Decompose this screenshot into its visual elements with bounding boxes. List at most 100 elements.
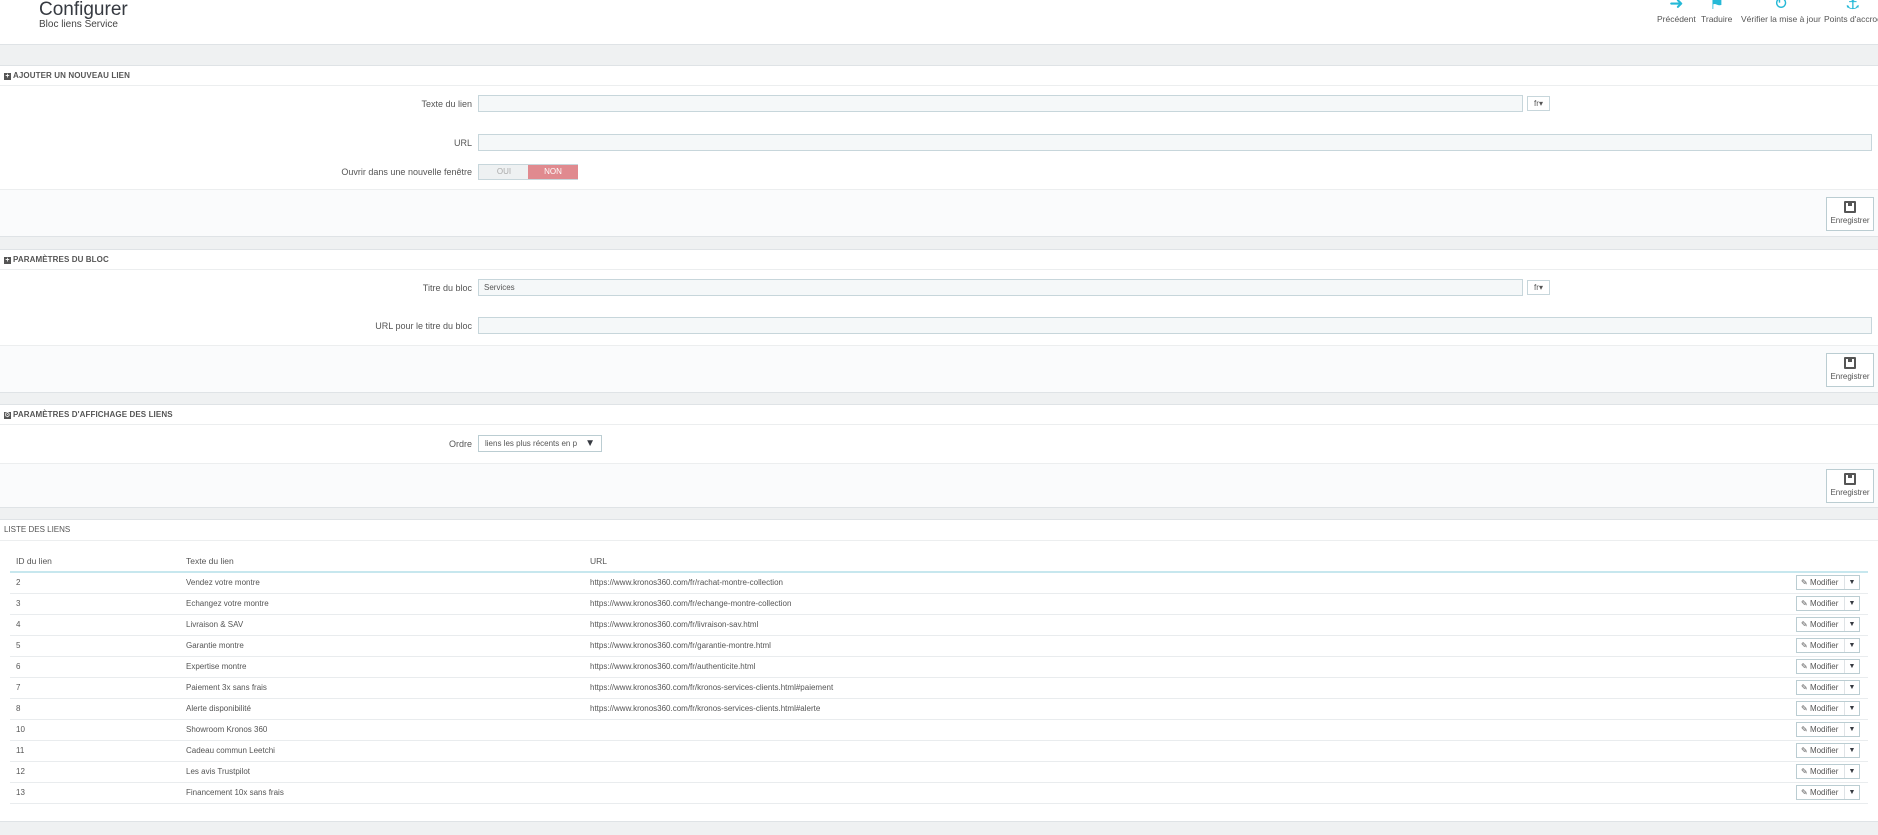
cell-text: Cadeau commun Leetchi bbox=[186, 746, 275, 755]
check-update-button-label: Vérifier la mise à jour bbox=[1741, 14, 1821, 24]
display-params-footer: Enregistrer bbox=[0, 463, 1878, 507]
edit-dropdown-toggle[interactable]: ▼ bbox=[1844, 639, 1859, 652]
table-row: 4 Livraison & SAV https://www.kronos360.… bbox=[10, 615, 1868, 636]
edit-dropdown-toggle[interactable]: ▼ bbox=[1844, 597, 1859, 610]
edit-dropdown-toggle[interactable]: ▼ bbox=[1844, 702, 1859, 715]
new-window-switch[interactable]: OUI NON bbox=[478, 164, 578, 180]
table-row: 13 Financement 10x sans frais ✎ Modifier… bbox=[10, 783, 1868, 804]
url-input[interactable] bbox=[478, 134, 1872, 151]
block-title-url-input[interactable] bbox=[478, 317, 1872, 334]
table-row: 6 Expertise montre https://www.kronos360… bbox=[10, 657, 1868, 678]
hooks-button-label: Points d'accroc bbox=[1824, 14, 1878, 24]
table-row: 3 Echangez votre montre https://www.kron… bbox=[10, 594, 1868, 615]
edit-button[interactable]: ✎ Modifier ▼ bbox=[1796, 638, 1860, 653]
edit-button[interactable]: ✎ Modifier ▼ bbox=[1796, 785, 1860, 800]
edit-button[interactable]: ✎ Modifier ▼ bbox=[1796, 764, 1860, 779]
edit-button[interactable]: ✎ Modifier ▼ bbox=[1796, 596, 1860, 611]
pencil-icon: ✎ bbox=[1801, 704, 1808, 713]
cell-id: 2 bbox=[16, 578, 21, 587]
back-button-label: Précédent bbox=[1657, 14, 1696, 24]
floppy-disk-icon bbox=[1844, 201, 1856, 213]
cell-url: https://www.kronos360.com/fr/echange-mon… bbox=[590, 599, 792, 608]
cell-text: Financement 10x sans frais bbox=[186, 788, 284, 797]
display-params-panel: ⚙ PARAMÈTRES D'AFFICHAGE DES LIENS Ordre … bbox=[0, 404, 1878, 508]
cell-url: https://www.kronos360.com/fr/livraison-s… bbox=[590, 620, 759, 629]
floppy-disk-icon bbox=[1844, 357, 1856, 369]
block-title-label: Titre du bloc bbox=[422, 283, 472, 293]
hooks-button[interactable]: ⚓ Points d'accroc bbox=[1824, 0, 1878, 24]
cell-id: 6 bbox=[16, 662, 21, 671]
switch-no[interactable]: NON bbox=[528, 165, 578, 179]
edit-button[interactable]: ✎ Modifier ▼ bbox=[1796, 680, 1860, 695]
order-select[interactable]: liens les plus récents en p ▼ bbox=[478, 435, 602, 452]
pencil-icon: ✎ bbox=[1801, 767, 1808, 776]
edit-dropdown-toggle[interactable]: ▼ bbox=[1844, 576, 1859, 589]
edit-button[interactable]: ✎ Modifier ▼ bbox=[1796, 617, 1860, 632]
cell-text: Alerte disponibilité bbox=[186, 704, 251, 713]
table-row: 10 Showroom Kronos 360 ✎ Modifier ▼ bbox=[10, 720, 1868, 741]
cell-text: Vendez votre montre bbox=[186, 578, 260, 587]
page-subtitle: Bloc liens Service bbox=[39, 19, 118, 30]
plus-square-icon: + bbox=[4, 73, 11, 80]
pencil-icon: ✎ bbox=[1801, 788, 1808, 797]
order-label: Ordre bbox=[448, 439, 472, 449]
switch-yes[interactable]: OUI bbox=[479, 165, 529, 179]
flag-icon: ⚑ bbox=[1709, 0, 1725, 13]
pencil-icon: ✎ bbox=[1801, 725, 1808, 734]
edit-button[interactable]: ✎ Modifier ▼ bbox=[1796, 722, 1860, 737]
translate-button-label: Traduire bbox=[1701, 14, 1733, 24]
link-text-input[interactable] bbox=[478, 95, 1523, 112]
translate-button[interactable]: ⚑ Traduire bbox=[1701, 0, 1732, 24]
back-button[interactable]: ➜ Précédent bbox=[1657, 0, 1696, 24]
cell-text: Showroom Kronos 360 bbox=[186, 725, 268, 734]
cell-id: 8 bbox=[16, 704, 21, 713]
cell-text: Livraison & SAV bbox=[186, 620, 244, 629]
block-title-url-label: URL pour le titre du bloc bbox=[375, 321, 472, 331]
block-title-input[interactable] bbox=[478, 279, 1523, 296]
add-link-footer: Enregistrer bbox=[0, 189, 1878, 236]
edit-dropdown-toggle[interactable]: ▼ bbox=[1844, 618, 1859, 631]
block-title-lang-dropdown[interactable]: fr▾ bbox=[1527, 280, 1550, 295]
edit-button[interactable]: ✎ Modifier ▼ bbox=[1796, 743, 1860, 758]
table-row: 5 Garantie montre https://www.kronos360.… bbox=[10, 636, 1868, 657]
table-row: 12 Les avis Trustpilot ✎ Modifier ▼ bbox=[10, 762, 1868, 783]
save-display-params-button[interactable]: Enregistrer bbox=[1826, 469, 1874, 503]
pencil-icon: ✎ bbox=[1801, 578, 1808, 587]
check-update-button[interactable]: ↻ Vérifier la mise à jour bbox=[1741, 0, 1821, 24]
cell-text: Les avis Trustpilot bbox=[186, 767, 251, 776]
edit-dropdown-toggle[interactable]: ▼ bbox=[1844, 681, 1859, 694]
cell-url: https://www.kronos360.com/fr/kronos-serv… bbox=[590, 683, 834, 692]
link-text-lang-dropdown[interactable]: fr▾ bbox=[1527, 96, 1550, 111]
edit-button[interactable]: ✎ Modifier ▼ bbox=[1796, 701, 1860, 716]
page-header: Configurer Bloc liens Service ➜ Précéden… bbox=[0, 0, 1878, 45]
arrow-left-circle-icon: ➜ bbox=[1669, 0, 1684, 13]
new-window-label: Ouvrir dans une nouvelle fenêtre bbox=[341, 167, 472, 177]
table-row: 8 Alerte disponibilité https://www.krono… bbox=[10, 699, 1868, 720]
cell-text: Paiement 3x sans frais bbox=[186, 683, 267, 692]
cell-id: 5 bbox=[16, 641, 21, 650]
cell-id: 10 bbox=[16, 725, 25, 734]
pencil-icon: ✎ bbox=[1801, 746, 1808, 755]
column-header-text: Texte du lien bbox=[186, 556, 234, 566]
cell-id: 7 bbox=[16, 683, 21, 692]
edit-dropdown-toggle[interactable]: ▼ bbox=[1844, 744, 1859, 757]
save-link-button[interactable]: Enregistrer bbox=[1826, 197, 1874, 231]
edit-dropdown-toggle[interactable]: ▼ bbox=[1844, 765, 1859, 778]
edit-button[interactable]: ✎ Modifier ▼ bbox=[1796, 575, 1860, 590]
pencil-icon: ✎ bbox=[1801, 599, 1808, 608]
url-label: URL bbox=[453, 138, 472, 148]
add-link-heading: + AJOUTER UN NOUVEAU LIEN bbox=[0, 66, 1878, 86]
edit-dropdown-toggle[interactable]: ▼ bbox=[1844, 786, 1859, 799]
cell-id: 13 bbox=[16, 788, 25, 797]
cell-id: 4 bbox=[16, 620, 21, 629]
save-block-params-button[interactable]: Enregistrer bbox=[1826, 353, 1874, 387]
edit-dropdown-toggle[interactable]: ▼ bbox=[1844, 660, 1859, 673]
pencil-icon: ✎ bbox=[1801, 641, 1808, 650]
plus-square-icon: + bbox=[4, 257, 11, 264]
links-table-body: 2 Vendez votre montre https://www.kronos… bbox=[10, 573, 1868, 804]
edit-dropdown-toggle[interactable]: ▼ bbox=[1844, 723, 1859, 736]
edit-button[interactable]: ✎ Modifier ▼ bbox=[1796, 659, 1860, 674]
refresh-icon: ↻ bbox=[1773, 0, 1789, 13]
block-params-heading: + PARAMÈTRES DU BLOC bbox=[0, 250, 1878, 270]
cell-id: 11 bbox=[16, 746, 25, 755]
